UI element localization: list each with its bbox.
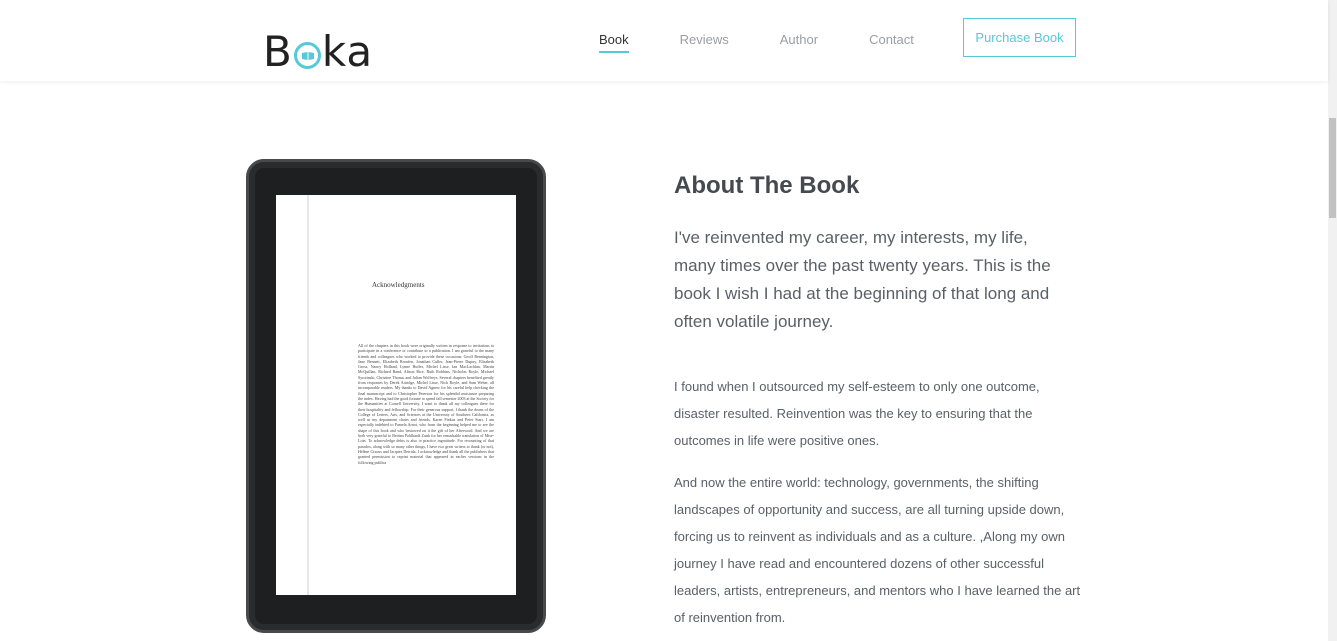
nav-item-reviews[interactable]: Reviews xyxy=(680,32,729,53)
body-paragraph-2: And now the entire world: technology, go… xyxy=(674,475,1081,625)
book-icon xyxy=(293,41,321,69)
logo-suffix: ka xyxy=(321,27,374,76)
scrollbar-thumb[interactable] xyxy=(1329,118,1336,218)
nav-item-book[interactable]: Book xyxy=(599,32,629,53)
main-nav: Book Reviews Author Contact xyxy=(599,32,965,53)
reader-screen: Acknowledgments All of the chapters in t… xyxy=(276,195,516,595)
purchase-book-button[interactable]: Purchase Book xyxy=(963,18,1076,57)
page-body-text: All of the chapters in this book were or… xyxy=(358,343,494,465)
booka-logo[interactable]: B ka xyxy=(263,30,373,74)
section-title: About The Book xyxy=(674,172,860,199)
page-scrollbar[interactable] xyxy=(1328,0,1337,641)
page-gutter xyxy=(307,195,309,595)
nav-item-author[interactable]: Author xyxy=(780,32,818,53)
lead-paragraph: I've reinvented my career, my interests,… xyxy=(674,228,1051,331)
nav-item-contact[interactable]: Contact xyxy=(869,32,914,53)
page-heading: Acknowledgments xyxy=(372,281,425,289)
logo-prefix: B xyxy=(263,27,293,76)
site-header: B ka Book Reviews Author Contact Purchas… xyxy=(0,0,1328,81)
ebook-reader-image: Acknowledgments All of the chapters in t… xyxy=(246,159,546,633)
body-paragraph-1: I found when I outsourced my self-esteem… xyxy=(674,379,1040,448)
